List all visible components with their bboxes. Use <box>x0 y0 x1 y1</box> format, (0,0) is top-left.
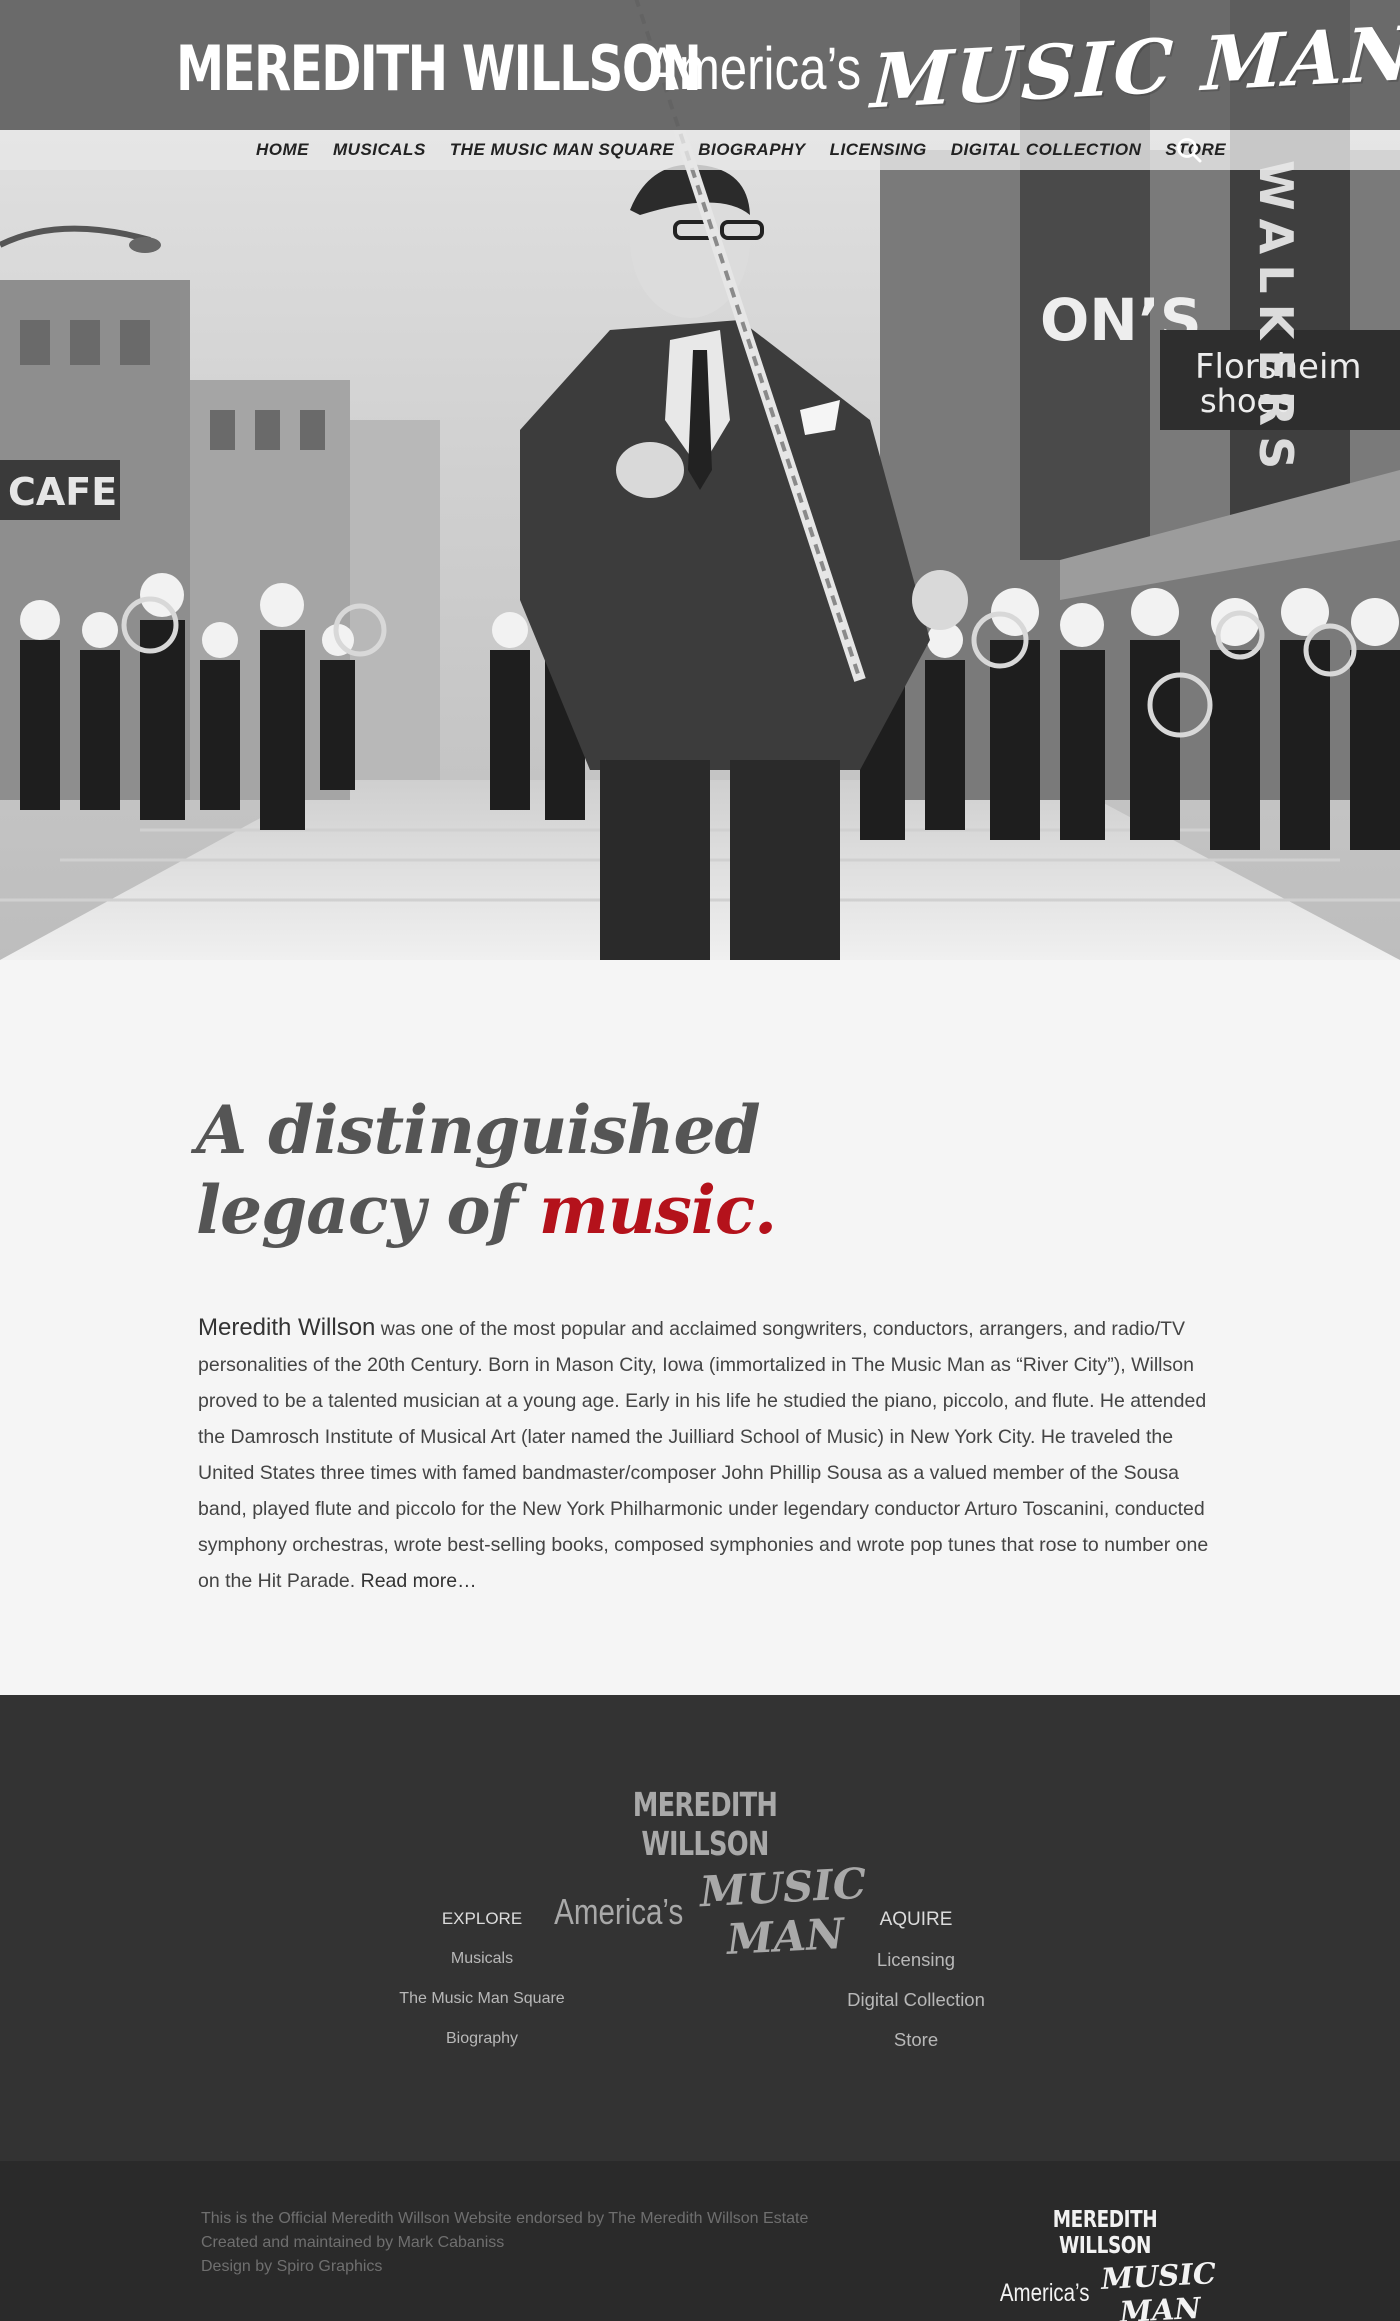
logo-music-man: MUSIC MAN <box>869 10 1400 126</box>
footer-link-store[interactable]: Store <box>816 2029 1016 2051</box>
nav-music-man-square[interactable]: THE MUSIC MAN SQUARE <box>450 140 674 160</box>
intro-headline: A distinguished legacy of music. <box>196 1090 777 1250</box>
main-nav: HOME MUSICALS THE MUSIC MAN SQUARE BIOGR… <box>0 130 1400 170</box>
headline-line-1: A distinguished <box>196 1091 761 1169</box>
intro-section: A distinguished legacy of music. Meredit… <box>0 960 1400 1695</box>
footer-acquire-column: AQUIRE Licensing Digital Collection Stor… <box>816 1909 1016 2069</box>
bio-body: was one of the most popular and acclaime… <box>198 1318 1209 1592</box>
sign-walkers: WALKERS <box>1249 160 1303 479</box>
headline-line-2: legacy of <box>196 1171 539 1249</box>
nav-musicals[interactable]: MUSICALS <box>333 140 426 160</box>
logo-subtitle: America’s <box>646 34 862 102</box>
explore-heading: EXPLORE <box>441 1909 523 1928</box>
nav-menu: HOME MUSICALS THE MUSIC MAN SQUARE BIOGR… <box>256 130 1250 170</box>
hero-banner: CAFE ON’S Florsheim shoes WALKERS MEREDI… <box>0 0 1400 960</box>
footer-credits: This is the Official Meredith Willson We… <box>201 2207 808 2279</box>
credit-maintained: Created and maintained by Mark Cabaniss <box>201 2234 505 2251</box>
footer-explore-column: EXPLORE Musicals The Music Man Square Bi… <box>382 1909 582 2069</box>
site-logo[interactable]: MEREDITH WILLSON America’s MUSIC MAN <box>176 11 1400 126</box>
nav-licensing[interactable]: LICENSING <box>830 140 927 160</box>
bottom-logo-name: MEREDITH WILLSON <box>1052 2207 1158 2259</box>
bottom-logo-music-man: MUSIC MAN <box>1100 2256 1218 2321</box>
credit-official: This is the Official Meredith Willson We… <box>201 2210 809 2227</box>
bottom-logo-subtitle: America’s <box>999 2278 1090 2307</box>
acquire-heading: AQUIRE <box>879 1909 953 1930</box>
nav-biography[interactable]: BIOGRAPHY <box>698 140 805 160</box>
footer-logo-name: MEREDITH WILLSON <box>632 1785 778 1863</box>
footer-bottom-bar: This is the Official Meredith Willson We… <box>0 2161 1400 2321</box>
bio-lead-name: Meredith Willson <box>198 1314 376 1341</box>
site-footer: MEREDITH WILLSON America’s MUSIC MAN EXP… <box>0 1695 1400 2161</box>
sign-cafe: CAFE <box>8 470 117 514</box>
nav-home[interactable]: HOME <box>256 140 309 160</box>
search-icon[interactable] <box>1175 136 1203 164</box>
footer-link-biography[interactable]: Biography <box>382 2029 582 2049</box>
footer-link-licensing[interactable]: Licensing <box>816 1949 1016 1971</box>
read-more-link[interactable]: Read more… <box>361 1570 477 1592</box>
intro-biography: Meredith Willson was one of the most pop… <box>198 1310 1213 1599</box>
footer-link-music-man-square[interactable]: The Music Man Square <box>382 1989 582 2009</box>
logo-name: MEREDITH WILLSON <box>176 31 702 105</box>
headline-accent: music. <box>538 1171 777 1249</box>
site-header: MEREDITH WILLSON America’s MUSIC MAN <box>0 0 1400 130</box>
footer-link-musicals[interactable]: Musicals <box>382 1949 582 1969</box>
nav-digital-collection[interactable]: DIGITAL COLLECTION <box>951 140 1142 160</box>
footer-link-digital-collection[interactable]: Digital Collection <box>816 1989 1016 2011</box>
credit-design: Design by Spiro Graphics <box>201 2258 383 2275</box>
bottom-logo[interactable]: MEREDITH WILLSON America’s MUSIC MAN <box>990 2207 1220 2321</box>
